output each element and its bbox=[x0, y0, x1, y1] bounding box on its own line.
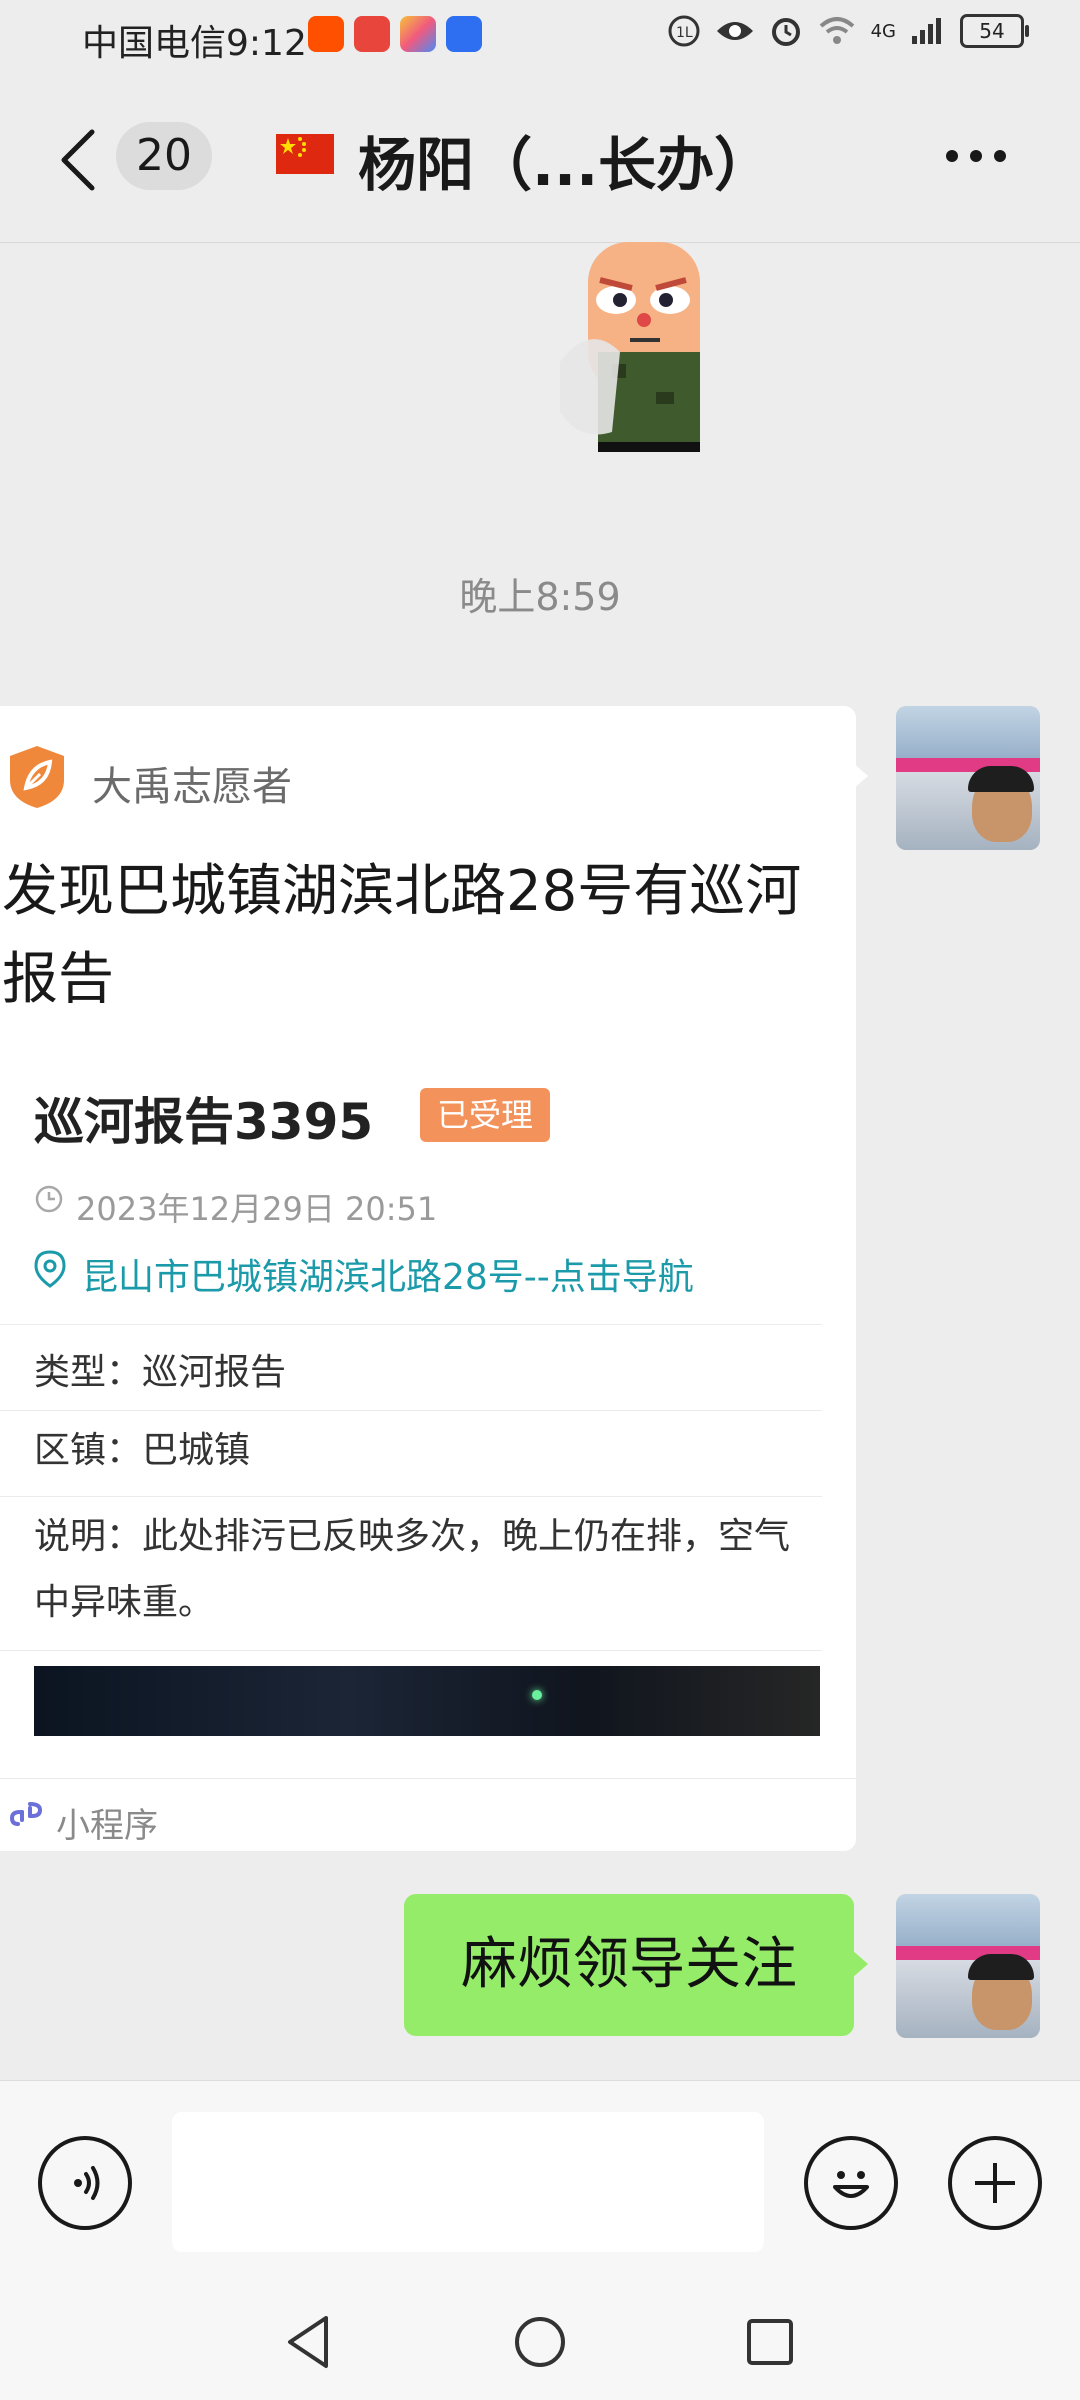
sender-avatar[interactable] bbox=[896, 1894, 1040, 2038]
card-title: 发现巴城镇湖滨北路28号有巡河报告 bbox=[2, 859, 802, 1012]
clock-icon bbox=[35, 1185, 63, 1213]
field-label: 类型： bbox=[34, 1352, 143, 1393]
bubble-tail bbox=[852, 1950, 868, 1978]
field-value: 巡河报告 bbox=[142, 1352, 287, 1393]
divider bbox=[0, 1496, 822, 1497]
divider bbox=[0, 1324, 822, 1325]
chat-title[interactable]: 杨阳（...长办） bbox=[358, 118, 772, 202]
wifi-icon bbox=[819, 17, 854, 44]
info-row-district: 区镇：巴城镇 bbox=[34, 1418, 824, 1484]
nfc-icon: 1L bbox=[668, 15, 700, 47]
back-arrow-icon[interactable] bbox=[56, 128, 100, 192]
message-input[interactable] bbox=[172, 2112, 764, 2252]
report-title: 巡河报告3395 bbox=[34, 1093, 374, 1151]
nav-home-icon[interactable] bbox=[512, 2314, 568, 2370]
china-flag-icon bbox=[276, 134, 334, 174]
alarm-icon bbox=[771, 18, 800, 46]
bulb-notification-icon bbox=[446, 16, 482, 52]
network-type: 4G bbox=[870, 20, 896, 42]
eye-icon bbox=[716, 22, 753, 40]
more-icon[interactable] bbox=[946, 150, 1006, 162]
notification-icons bbox=[308, 16, 482, 52]
huawei-notification-icon bbox=[354, 16, 390, 52]
message-timestamp: 晚上8:59 bbox=[459, 575, 621, 619]
info-row-description: 说明：此处排污已反映多次，晚上仍在排，空气中异味重。 bbox=[34, 1504, 824, 1636]
emoji-icon bbox=[833, 2171, 869, 2198]
divider bbox=[0, 1650, 822, 1651]
taobao-notification-icon bbox=[308, 16, 344, 52]
app-logo-icon bbox=[10, 746, 64, 808]
voice-button[interactable] bbox=[38, 2136, 132, 2230]
status-badge: 已受理 bbox=[420, 1088, 550, 1142]
nav-back-icon[interactable] bbox=[284, 2314, 332, 2370]
outgoing-message-bubble[interactable]: 麻烦领导关注 bbox=[404, 1894, 854, 2036]
field-label: 说明： bbox=[34, 1516, 143, 1557]
status-right: 1L 4G 54 bbox=[667, 14, 1029, 48]
voice-icon bbox=[74, 2166, 100, 2200]
nav-recent-icon[interactable] bbox=[744, 2316, 796, 2368]
field-value: 巴城镇 bbox=[142, 1430, 251, 1471]
report-time: 2023年12月29日 20:51 bbox=[76, 1190, 438, 1228]
sender-avatar[interactable] bbox=[896, 706, 1040, 850]
report-photo bbox=[34, 1666, 820, 1736]
svg-text:1L: 1L bbox=[676, 25, 693, 41]
field-label: 区镇： bbox=[34, 1430, 143, 1471]
carrier-time: 中国电信9:12 bbox=[82, 23, 307, 64]
location-link[interactable]: 昆山市巴城镇湖滨北路28号--点击导航 bbox=[82, 1248, 694, 1300]
app-notification-icon bbox=[400, 16, 436, 52]
card-tail bbox=[852, 762, 868, 790]
mini-program-label: 小程序 bbox=[56, 1806, 158, 1846]
plus-icon bbox=[975, 2163, 1015, 2203]
mini-program-icon bbox=[9, 1802, 43, 1826]
location-icon bbox=[34, 1250, 66, 1288]
app-name: 大禹志愿者 bbox=[92, 764, 292, 810]
plus-button[interactable] bbox=[948, 2136, 1042, 2230]
sticker-image[interactable] bbox=[520, 242, 770, 462]
info-row-type: 类型：巡河报告 bbox=[34, 1340, 824, 1406]
battery-indicator: 54 bbox=[960, 14, 1029, 48]
photo-light-dot bbox=[532, 1690, 542, 1700]
emoji-button[interactable] bbox=[804, 2136, 898, 2230]
divider bbox=[0, 1410, 822, 1411]
unread-count-badge[interactable]: 20 bbox=[116, 122, 212, 190]
signal-icon bbox=[912, 18, 941, 44]
status-bar: 中国电信9:12 1L 4G 54 bbox=[0, 0, 1080, 76]
mini-program-card[interactable]: 大禹志愿者 发现巴城镇湖滨北路28号有巡河报告 巡河报告3395 已受理 202… bbox=[0, 706, 856, 1851]
field-value: 此处排污已反映多次，晚上仍在排，空气中异味重。 bbox=[34, 1516, 791, 1623]
